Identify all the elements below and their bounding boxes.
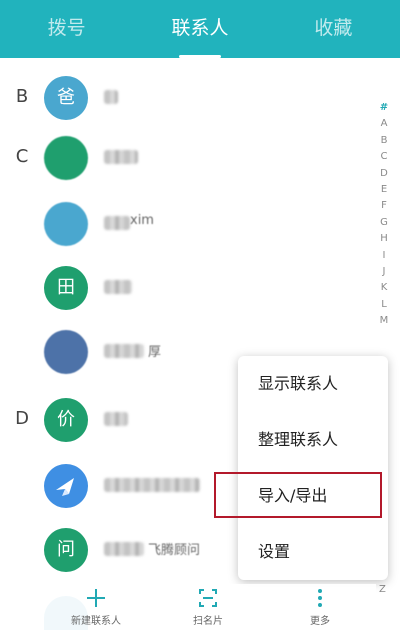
new-contact-button[interactable]: 新建联系人 <box>56 584 136 627</box>
blurred-name <box>104 344 144 358</box>
avatar: 问 <box>44 528 88 572</box>
plus-icon <box>56 586 136 610</box>
avatar <box>44 330 88 374</box>
index-letter[interactable]: L <box>377 297 391 313</box>
blurred-name <box>104 542 144 556</box>
tab-contacts[interactable]: 联系人 <box>133 0 266 58</box>
alphabet-index[interactable]: # A B C D E F G H I J K L M <box>377 100 391 329</box>
menu-item-settings[interactable]: 设置 <box>238 524 388 580</box>
index-letter[interactable]: E <box>377 182 391 198</box>
avatar: 爸 <box>44 76 88 120</box>
blurred-name <box>104 216 130 230</box>
index-letter[interactable]: J <box>377 264 391 280</box>
avatar <box>44 202 88 246</box>
menu-item-organize-contacts[interactable]: 整理联系人 <box>238 412 388 468</box>
blurred-name <box>104 412 128 426</box>
name-fragment: xim <box>130 213 154 228</box>
index-letter[interactable]: I <box>377 248 391 264</box>
more-label: 更多 <box>310 616 330 627</box>
index-letter[interactable]: B <box>377 133 391 149</box>
index-letter[interactable]: # <box>377 100 391 116</box>
tab-dialer[interactable]: 拨号 <box>0 0 133 58</box>
index-letter[interactable]: A <box>377 116 391 132</box>
index-letter[interactable]: K <box>377 280 391 296</box>
section-letter-c: C <box>15 146 29 167</box>
overflow-menu: 显示联系人 整理联系人 导入/导出 设置 <box>238 356 388 580</box>
top-tab-bar: 拨号 联系人 收藏 <box>0 0 400 58</box>
scan-card-button[interactable]: 扫名片 <box>168 584 248 627</box>
contact-row[interactable]: 田 <box>0 258 380 318</box>
index-letter[interactable]: D <box>377 166 391 182</box>
contact-row[interactable]: xim <box>0 194 380 254</box>
new-contact-label: 新建联系人 <box>71 616 121 627</box>
contact-row[interactable]: C <box>0 128 380 188</box>
avatar <box>44 136 88 180</box>
tab-favorites[interactable]: 收藏 <box>267 0 400 58</box>
more-button[interactable]: 更多 <box>280 584 360 627</box>
menu-item-show-contacts[interactable]: 显示联系人 <box>238 356 388 412</box>
avatar: 价 <box>44 398 88 442</box>
bottom-action-bar: 新建联系人 扫名片 更多 <box>40 584 376 630</box>
index-letter[interactable]: C <box>377 149 391 165</box>
scan-card-icon <box>168 586 248 610</box>
scan-card-label: 扫名片 <box>193 616 223 627</box>
name-fragment: 飞腾顾问 <box>148 543 201 558</box>
blurred-name <box>104 280 132 294</box>
index-letter[interactable]: G <box>377 215 391 231</box>
index-letter[interactable]: M <box>377 313 391 329</box>
section-letter-b: B <box>15 86 29 107</box>
bird-logo-icon <box>56 478 74 496</box>
highlight-box <box>214 472 382 518</box>
index-letter[interactable]: H <box>377 231 391 247</box>
index-letter[interactable]: F <box>377 198 391 214</box>
name-fragment: 厚 <box>148 345 162 360</box>
blurred-name <box>104 150 138 164</box>
contact-row[interactable]: B 爸 <box>0 68 380 128</box>
section-letter-d: D <box>15 408 29 429</box>
app-logo-avatar <box>44 464 88 508</box>
index-letter-z[interactable]: Z <box>379 584 386 595</box>
blurred-name <box>104 478 200 492</box>
more-vertical-icon <box>280 586 360 610</box>
blurred-name <box>104 90 118 104</box>
avatar: 田 <box>44 266 88 310</box>
